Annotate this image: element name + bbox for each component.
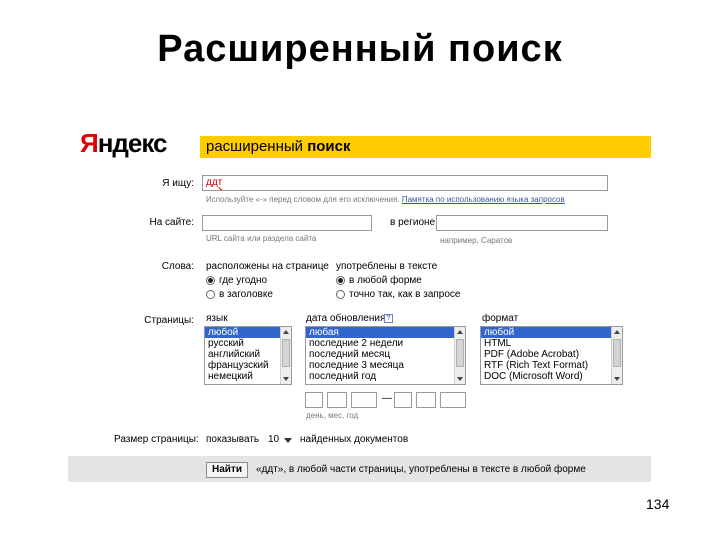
date-to-month[interactable] bbox=[416, 392, 436, 408]
page-size-label: Размер страницы: bbox=[114, 434, 199, 445]
search-summary-bar: Найти «ддт», в любой части страницы, упо… bbox=[68, 456, 651, 482]
words-label: Слова: bbox=[161, 261, 194, 272]
list-item[interactable]: последние 2 недели bbox=[306, 338, 465, 349]
scroll-down-icon[interactable] bbox=[457, 377, 463, 381]
radio-placement-anywhere[interactable]: где угодно bbox=[206, 275, 267, 286]
help-icon[interactable]: ? bbox=[384, 314, 393, 323]
page-size-suffix: найденных документов bbox=[300, 434, 409, 445]
list-item[interactable]: русский bbox=[205, 338, 291, 349]
list-item[interactable]: любой bbox=[205, 327, 291, 338]
date-from-month[interactable] bbox=[327, 392, 347, 408]
query-label: Я ищу: bbox=[162, 178, 194, 189]
query-language-help-link[interactable]: Памятка по использованию языка запросов bbox=[402, 195, 565, 204]
scroll-thumb[interactable] bbox=[456, 339, 464, 367]
scrollbar[interactable] bbox=[611, 327, 622, 384]
radio-dot-icon bbox=[206, 276, 215, 285]
date-from-day[interactable] bbox=[305, 392, 323, 408]
yandex-advanced-search-screenshot: Яндекс расширенный поиск Я ищу: ддт Испо… bbox=[68, 118, 651, 482]
radio-dot-icon bbox=[336, 290, 345, 299]
logo-rest: ндекс bbox=[97, 128, 168, 158]
list-item[interactable]: английский bbox=[205, 349, 291, 360]
placement-title: расположены на странице bbox=[206, 261, 329, 272]
page-heading-banner: расширенный поиск bbox=[200, 136, 651, 158]
query-hint: Используйте «-» перед словом для его иск… bbox=[206, 195, 565, 204]
list-item[interactable]: HTML bbox=[481, 338, 622, 349]
find-button[interactable]: Найти bbox=[206, 462, 248, 478]
date-range-dash: — bbox=[382, 393, 392, 404]
list-item[interactable]: RTF (Rich Text Format) bbox=[481, 360, 622, 371]
list-item[interactable]: немецкий bbox=[205, 371, 291, 382]
radio-form-exact[interactable]: точно так, как в запросе bbox=[336, 289, 461, 300]
page-size-prefix: показывать bbox=[206, 434, 260, 445]
scrollbar[interactable] bbox=[280, 327, 291, 384]
banner-prefix: расширенный bbox=[206, 138, 308, 155]
scrollbar[interactable] bbox=[454, 327, 465, 384]
search-summary-text: «ддт», в любой части страницы, употребле… bbox=[256, 464, 586, 475]
radio-label: в любой форме bbox=[349, 275, 422, 286]
scroll-thumb[interactable] bbox=[613, 339, 621, 367]
list-item[interactable]: любая bbox=[306, 327, 465, 338]
site-input[interactable] bbox=[202, 215, 372, 231]
radio-placement-title[interactable]: в заголовке bbox=[206, 289, 273, 300]
region-label: в регионе bbox=[390, 217, 436, 228]
scroll-down-icon[interactable] bbox=[283, 377, 289, 381]
date-from-year[interactable] bbox=[351, 392, 377, 408]
chevron-down-icon[interactable] bbox=[284, 438, 292, 443]
pages-label: Страницы: bbox=[144, 315, 194, 326]
language-title: язык bbox=[206, 313, 228, 324]
scroll-up-icon[interactable] bbox=[614, 330, 620, 334]
format-listbox[interactable]: любой HTML PDF (Adobe Acrobat) RTF (Rich… bbox=[480, 326, 623, 385]
list-item[interactable]: последний месяц bbox=[306, 349, 465, 360]
list-item[interactable]: любой bbox=[481, 327, 622, 338]
scroll-thumb[interactable] bbox=[282, 339, 290, 367]
region-input[interactable] bbox=[436, 215, 608, 231]
list-item[interactable]: французский bbox=[205, 360, 291, 371]
radio-label: в заголовке bbox=[219, 289, 273, 300]
region-hint: например, Саратов bbox=[440, 236, 513, 245]
scroll-down-icon[interactable] bbox=[614, 377, 620, 381]
radio-form-any[interactable]: в любой форме bbox=[336, 275, 422, 286]
scroll-up-icon[interactable] bbox=[283, 330, 289, 334]
radio-label: точно так, как в запросе bbox=[349, 289, 461, 300]
language-listbox[interactable]: любой русский английский французский нем… bbox=[204, 326, 292, 385]
date-to-day[interactable] bbox=[394, 392, 412, 408]
site-hint: URL сайта или раздела сайта bbox=[206, 234, 317, 243]
radio-dot-icon bbox=[336, 276, 345, 285]
list-item[interactable]: последний год bbox=[306, 371, 465, 382]
list-item[interactable]: DOC (Microsoft Word) bbox=[481, 371, 622, 382]
list-item[interactable]: последние 3 месяца bbox=[306, 360, 465, 371]
banner-strong: поиск bbox=[307, 138, 351, 155]
format-title: формат bbox=[482, 313, 519, 324]
date-to-year[interactable] bbox=[440, 392, 466, 408]
yandex-logo[interactable]: Яндекс bbox=[80, 128, 167, 159]
radio-dot-icon bbox=[206, 290, 215, 299]
query-input[interactable]: ддт bbox=[202, 175, 608, 191]
radio-label: где угодно bbox=[219, 275, 268, 286]
slide-title: Расширенный поиск bbox=[157, 28, 563, 70]
site-label: На сайте: bbox=[149, 217, 194, 228]
query-hint-text: Используйте «-» перед словом для его иск… bbox=[206, 195, 400, 204]
date-format-hint: день, мес, год bbox=[306, 411, 359, 420]
date-listbox[interactable]: любая последние 2 недели последний месяц… bbox=[305, 326, 466, 385]
scroll-up-icon[interactable] bbox=[457, 330, 463, 334]
logo-first-letter: Я bbox=[80, 128, 99, 158]
list-item[interactable]: PDF (Adobe Acrobat) bbox=[481, 349, 622, 360]
page-size-select[interactable]: 10 bbox=[268, 434, 279, 445]
slide-page-number: 134 bbox=[646, 496, 670, 512]
form-title: употреблены в тексте bbox=[336, 261, 438, 272]
date-title: дата обновления bbox=[306, 313, 386, 324]
